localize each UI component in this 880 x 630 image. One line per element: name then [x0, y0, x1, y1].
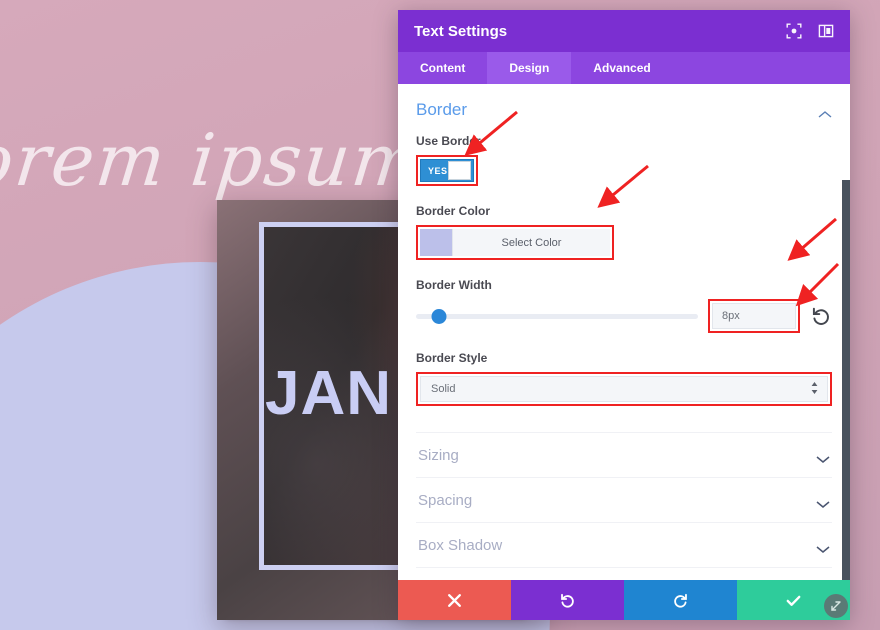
use-border-highlight: YES	[416, 155, 478, 186]
panel-body: Border Use Border YES Border Color Selec…	[398, 84, 850, 580]
border-style-value: Solid	[431, 383, 456, 395]
tab-design[interactable]: Design	[487, 52, 572, 84]
panel-footer	[398, 580, 850, 620]
select-stepper-icon[interactable]	[810, 381, 819, 398]
border-width-field: Border Width 8px	[416, 278, 832, 333]
border-color-control[interactable]: Select Color	[420, 229, 610, 256]
background-script-heading: orem ipsum	[0, 118, 427, 202]
focus-target-icon[interactable]	[786, 23, 802, 39]
chevron-down-icon[interactable]	[816, 496, 830, 508]
section-sizing[interactable]: Sizing	[416, 432, 832, 477]
section-box-shadow-label: Box Shadow	[418, 536, 503, 554]
section-spacing[interactable]: Spacing	[416, 477, 832, 522]
use-border-field: Use Border YES	[416, 134, 832, 186]
border-width-value-highlight: 8px	[708, 299, 800, 333]
text-settings-panel: Text Settings Content Design Advanced Bo…	[398, 10, 850, 620]
panel-scrollbar[interactable]	[842, 180, 850, 580]
tab-advanced[interactable]: Advanced	[571, 52, 672, 84]
section-animation[interactable]: Animation	[416, 567, 832, 580]
toggle-knob	[447, 161, 471, 180]
reset-border-width-button[interactable]	[810, 305, 832, 327]
tab-content[interactable]: Content	[398, 52, 487, 84]
border-color-highlight: Select Color	[416, 225, 614, 260]
split-layout-icon[interactable]	[818, 23, 834, 39]
section-spacing-label: Spacing	[418, 491, 473, 509]
photo-month-label: JAN	[265, 359, 393, 428]
slider-track	[416, 313, 698, 319]
chevron-down-icon[interactable]	[816, 451, 830, 463]
border-width-input[interactable]: 8px	[712, 303, 796, 329]
settings-scroll-area: Border Use Border YES Border Color Selec…	[398, 84, 850, 580]
border-section-title: Border	[416, 100, 468, 119]
border-section-header[interactable]: Border	[416, 100, 832, 120]
slider-handle[interactable]	[431, 308, 447, 324]
chevron-down-icon[interactable]	[816, 541, 830, 553]
cancel-button[interactable]	[398, 580, 511, 620]
panel-titlebar: Text Settings	[398, 10, 850, 52]
resize-handle[interactable]	[824, 594, 848, 618]
use-border-toggle-value: YES	[428, 165, 448, 176]
use-border-toggle[interactable]: YES	[420, 159, 474, 182]
border-width-row: 8px	[416, 299, 832, 333]
border-style-label: Border Style	[416, 351, 488, 365]
panel-tabs: Content Design Advanced	[398, 52, 850, 84]
redo-button[interactable]	[624, 580, 737, 620]
undo-button[interactable]	[511, 580, 624, 620]
collapsed-sections: Sizing Spacing Box Shadow	[416, 432, 832, 580]
chevron-up-icon[interactable]	[818, 106, 832, 118]
border-color-label: Border Color	[416, 204, 491, 218]
border-style-field: Border Style Solid	[416, 351, 832, 406]
section-box-shadow[interactable]: Box Shadow	[416, 522, 832, 567]
border-style-highlight: Solid	[416, 372, 832, 406]
use-border-label: Use Border	[416, 134, 481, 148]
section-sizing-label: Sizing	[418, 446, 459, 464]
panel-title-icons	[786, 23, 834, 39]
panel-title: Text Settings	[414, 22, 508, 40]
border-color-swatch[interactable]	[420, 229, 452, 256]
select-color-button[interactable]: Select Color	[452, 229, 610, 256]
border-width-slider[interactable]	[416, 306, 698, 326]
border-style-select[interactable]: Solid	[420, 376, 828, 402]
border-width-label: Border Width	[416, 278, 492, 292]
border-color-field: Border Color Select Color	[416, 204, 832, 260]
